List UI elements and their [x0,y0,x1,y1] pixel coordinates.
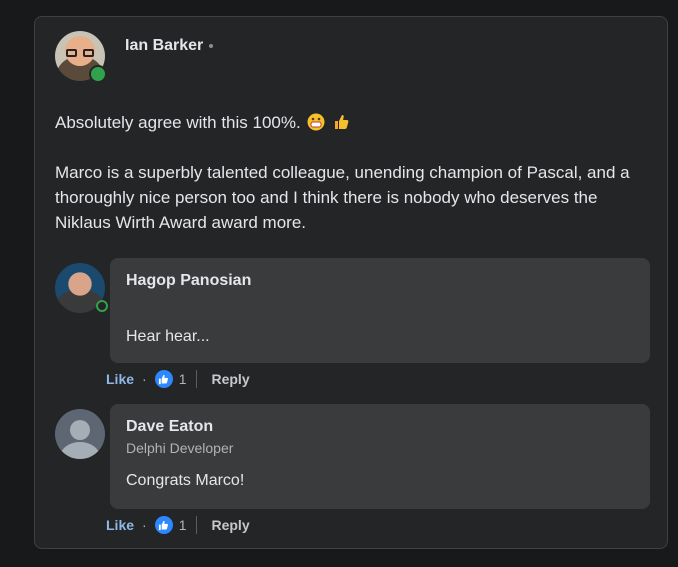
like-button[interactable]: Like [106,517,134,533]
like-count: 1 [178,371,187,387]
reply-actions: Like · 1 Reply [106,515,250,535]
thumbs-up-emoji-icon [335,115,349,129]
post-paragraph-1: Absolutely agree with this 100%. [55,110,650,135]
separator-dot-icon [209,43,214,48]
comment-card: Ian Barker Absolutely agree with this 10… [34,16,668,549]
online-status-icon [89,65,107,83]
reply-text: Hear hear... [126,328,210,345]
divider [196,516,198,534]
separator-dot: · [142,517,147,533]
divider [196,370,198,388]
author-name-row: Ian Barker [125,37,214,55]
post-paragraph-2: Marco is a superbly talented colleague, … [55,163,630,232]
online-status-icon [96,300,108,312]
like-reaction-icon[interactable] [154,370,173,388]
separator-dot: · [142,371,147,387]
grinning-face-emoji-icon [307,113,325,131]
like-reaction-icon[interactable] [154,516,173,534]
reply-author-title: Delphi Developer [126,440,234,456]
reply-actions: Like · 1 Reply [106,369,250,389]
reply-author[interactable]: Dave Eaton [126,416,634,438]
avatar[interactable] [55,263,108,313]
glasses-decoration [66,49,94,57]
reply-author[interactable]: Hagop Panosian [126,270,634,292]
avatar[interactable] [55,409,105,459]
reply-bubble: Dave Eaton Delphi Developer Congrats Mar… [110,404,650,509]
post-header: Ian Barker [55,31,214,83]
avatar[interactable] [55,31,107,83]
reply-text: Congrats Marco! [126,472,245,489]
author-name[interactable]: Ian Barker [125,37,203,54]
post-paragraph-1-text: Absolutely agree with this 100%. [55,113,301,132]
post-body: Absolutely agree with this 100%. Marco i… [55,110,650,235]
reply-bubble: Hagop Panosian Hear hear... [110,258,650,363]
like-count: 1 [178,517,187,533]
reply-button[interactable]: Reply [211,517,249,533]
reply-button[interactable]: Reply [211,371,249,387]
like-button[interactable]: Like [106,371,134,387]
